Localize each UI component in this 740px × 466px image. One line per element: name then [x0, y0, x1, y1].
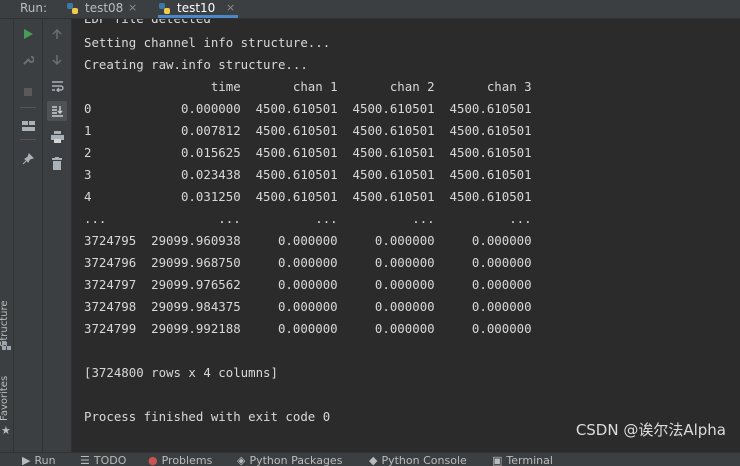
console-line: 3724798 29099.984375 0.000000 0.000000 0…: [84, 299, 532, 314]
console-line: time chan 1 chan 2 chan 3: [84, 79, 532, 94]
console-line: 4 0.031250 4500.610501 4500.610501 4500.…: [84, 189, 532, 204]
console-line: 3724797 29099.976562 0.000000 0.000000 0…: [84, 277, 532, 292]
console-line: 1 0.007812 4500.610501 4500.610501 4500.…: [84, 123, 532, 138]
soft-wrap-button[interactable]: [47, 76, 67, 96]
close-icon[interactable]: ×: [128, 0, 137, 16]
python-console-tool-tab[interactable]: ◆ Python Console: [369, 455, 467, 466]
run-tool-tab[interactable]: ▶ Run: [22, 455, 56, 466]
scroll-to-end-icon: [51, 106, 63, 117]
run-tab-bar: Run: test08 × test10 ×: [0, 0, 740, 19]
layout-icon: [21, 120, 35, 131]
rerun-button[interactable]: [18, 24, 38, 44]
stop-icon: [24, 88, 32, 96]
console-line: ... ... ... ... ...: [84, 211, 532, 226]
scroll-to-end-button[interactable]: [47, 101, 67, 121]
trash-icon: [52, 156, 62, 170]
python-packages-tool-tab[interactable]: ◈ Python Packages: [237, 455, 342, 466]
python-console-icon: ◆: [369, 454, 378, 466]
print-icon: [50, 131, 64, 143]
run-toolbar-left: [14, 19, 43, 452]
tab-test10[interactable]: test10 ×: [158, 0, 238, 18]
close-icon[interactable]: ×: [226, 0, 235, 16]
previous-occurrence-button[interactable]: [47, 24, 67, 44]
soft-wrap-icon: [51, 81, 64, 92]
arrow-up-icon: [52, 28, 62, 39]
todo-tool-tab[interactable]: ☰ TODO: [80, 455, 126, 466]
wrench-icon: [23, 56, 34, 65]
star-icon: ★: [1, 424, 11, 437]
structure-icon: [2, 341, 11, 350]
run-toolbar-right: [43, 19, 72, 452]
next-occurrence-button[interactable]: [47, 50, 67, 70]
arrow-down-icon: [52, 55, 62, 66]
edit-configuration-button[interactable]: [18, 50, 38, 70]
restore-layout-button[interactable]: [18, 116, 38, 136]
clear-all-button[interactable]: [47, 153, 67, 173]
console-line: 0 0.000000 4500.610501 4500.610501 4500.…: [84, 101, 532, 116]
bottom-tool-window-bar: ▶ Run ☰ TODO ● Problems ◈ Python Packages ◆ P…: [0, 452, 740, 466]
tab-label: test10: [177, 1, 216, 15]
terminal-icon: ▣: [492, 454, 503, 466]
problems-icon: ●: [148, 454, 158, 466]
tab-label: test08: [85, 1, 124, 15]
python-file-icon: [159, 3, 170, 14]
console-line: Creating raw.info structure...: [84, 57, 308, 72]
play-icon: [24, 29, 33, 39]
console-line: 3724795 29099.960938 0.000000 0.000000 0…: [84, 233, 532, 248]
console-line: 3 0.023438 4500.610501 4500.610501 4500.…: [84, 167, 532, 182]
watermark: CSDN @诶尔法Alpha: [575, 421, 726, 439]
todo-icon: ☰: [80, 454, 90, 466]
python-file-icon: [67, 3, 78, 14]
python-packages-icon: ◈: [237, 454, 246, 466]
problems-tool-tab[interactable]: ● Problems: [148, 455, 212, 466]
console-output[interactable]: EDF file detected Setting channel info s…: [72, 19, 740, 452]
left-tool-window-strip: Structure Favorites ★: [0, 19, 14, 452]
run-label: Run:: [20, 1, 48, 15]
print-button[interactable]: [47, 127, 67, 147]
console-line: [3724800 rows x 4 columns]: [84, 365, 278, 380]
console-line: 3724799 29099.992188 0.000000 0.000000 0…: [84, 321, 532, 336]
pin-tab-button[interactable]: [18, 149, 38, 169]
favorites-tool-button[interactable]: Favorites: [0, 374, 13, 429]
console-line: EDF file detected: [84, 19, 211, 30]
console-line: 3724796 29099.968750 0.000000 0.000000 0…: [84, 255, 532, 270]
console-line: Process finished with exit code 0: [84, 409, 331, 424]
terminal-tool-tab[interactable]: ▣ Terminal: [492, 455, 553, 466]
structure-tool-button[interactable]: Structure: [0, 289, 13, 349]
console-line: Setting channel info structure...: [84, 35, 331, 50]
play-icon: ▶: [22, 454, 31, 466]
tab-test08[interactable]: test08 ×: [66, 0, 140, 18]
console-line: 2 0.015625 4500.610501 4500.610501 4500.…: [84, 145, 532, 160]
stop-button[interactable]: [18, 82, 38, 102]
pin-icon: [22, 153, 34, 165]
